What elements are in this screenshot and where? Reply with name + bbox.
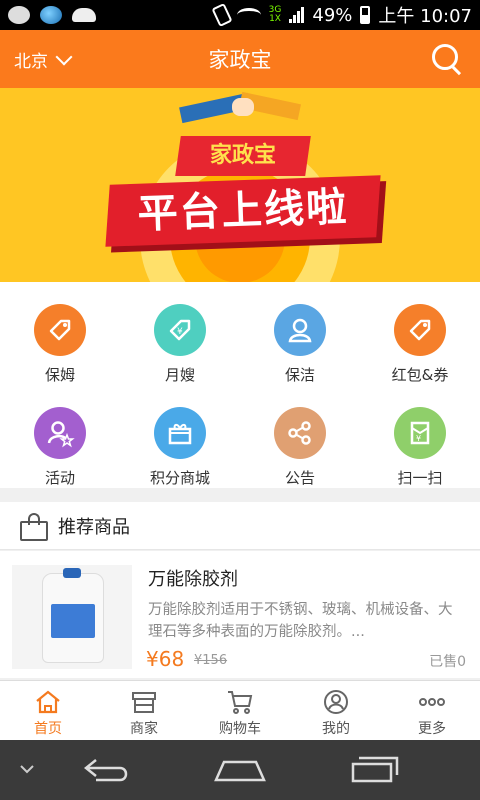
tab-cart[interactable]: 购物车	[192, 681, 288, 740]
category-item-nanny[interactable]: 保姆	[0, 282, 120, 385]
shop-icon	[132, 692, 156, 713]
tab-home[interactable]: 首页	[0, 681, 96, 740]
tab-more[interactable]: 更多	[384, 681, 480, 740]
home-icon	[36, 690, 60, 714]
promo-banner[interactable]: 家政宝 平台上线啦	[0, 88, 480, 282]
tab-label: 首页	[34, 721, 62, 737]
chevron-down-icon	[55, 48, 73, 65]
banner-headline-box: 平台上线啦	[105, 175, 381, 247]
category-label: 扫一扫	[397, 469, 443, 487]
category-item-coupons[interactable]: 红包&券	[360, 282, 480, 385]
tab-label: 商家	[130, 721, 158, 737]
tab-label: 更多	[418, 721, 446, 737]
cart-icon	[228, 691, 253, 714]
page-title: 家政宝	[208, 48, 272, 72]
product-price: ¥68	[146, 647, 185, 671]
city-selector[interactable]: 北京	[14, 47, 73, 72]
tag-icon	[34, 304, 86, 356]
battery-icon	[360, 6, 371, 24]
product-sold-count: 已售0	[429, 654, 466, 670]
signal-icon	[289, 7, 305, 23]
tab-merchants[interactable]: 商家	[96, 681, 192, 740]
category-item-points-mall[interactable]: 积分商城	[120, 385, 240, 488]
recent-apps-button[interactable]	[350, 754, 400, 784]
product-description: 万能除胶剂适用于不锈钢、玻璃、机械设备、大理石等多种表面的万能除胶剂。...	[148, 602, 453, 640]
clock: 上午 10:07	[378, 6, 472, 27]
home-button[interactable]	[214, 756, 266, 784]
svg-text:¥: ¥	[177, 327, 183, 337]
share-icon	[274, 407, 326, 459]
more-icon	[419, 698, 445, 706]
person-star-icon	[34, 407, 86, 459]
handshake-icon	[179, 90, 302, 124]
category-label: 月嫂	[164, 366, 195, 384]
chevron-down-icon[interactable]	[18, 762, 36, 776]
bottom-tab-bar: 首页 商家 购物车 我的 更多	[0, 680, 480, 740]
gift-icon	[154, 407, 206, 459]
product-name: 万能除胶剂	[148, 569, 238, 590]
category-label: 积分商城	[149, 469, 210, 487]
tab-label: 我的	[322, 721, 350, 737]
section-title: 推荐商品	[58, 516, 130, 538]
search-button[interactable]	[430, 42, 464, 76]
android-icon	[72, 8, 96, 22]
category-label: 公告	[284, 469, 315, 487]
globe-icon	[40, 6, 62, 24]
category-label: 红包&券	[391, 366, 449, 384]
cat-face-icon	[8, 6, 30, 24]
search-icon-handle	[451, 66, 462, 76]
recommended-section-header: 推荐商品	[0, 502, 480, 550]
person-icon	[274, 304, 326, 356]
product-image	[12, 565, 132, 669]
category-item-scan[interactable]: ¥ 扫一扫	[360, 385, 480, 488]
banner-ribbon-text: 家政宝	[209, 143, 276, 168]
status-bar: 3G 1X 49% 上午 10:07	[0, 0, 480, 30]
category-item-maternity-nurse[interactable]: ¥ 月嫂	[120, 282, 240, 385]
category-grid: 保姆 ¥ 月嫂 保洁 红包&券 活动 积分商城 公告 ¥ 扫一扫	[0, 282, 480, 488]
wifi-icon	[236, 8, 261, 22]
battery-percent: 49%	[312, 4, 353, 26]
banner-ribbon: 家政宝	[175, 136, 311, 176]
category-item-activities[interactable]: 活动	[0, 385, 120, 488]
banner-headline: 平台上线啦	[136, 184, 350, 238]
tag-icon	[394, 304, 446, 356]
category-item-announcements[interactable]: 公告	[240, 385, 360, 488]
product-old-price: ¥156	[194, 653, 228, 668]
yen-envelope-icon: ¥	[394, 407, 446, 459]
yen-tag-icon: ¥	[154, 304, 206, 356]
category-label: 保洁	[284, 366, 315, 384]
tab-profile[interactable]: 我的	[288, 681, 384, 740]
rotation-icon	[211, 2, 233, 28]
category-label: 保姆	[44, 366, 75, 384]
tab-label: 购物车	[219, 721, 261, 737]
shopping-bag-icon	[20, 511, 48, 541]
category-item-cleaning[interactable]: 保洁	[240, 282, 360, 385]
system-nav-bar	[0, 740, 480, 800]
network-type: 3G 1X	[268, 5, 282, 24]
back-button[interactable]	[82, 756, 132, 784]
product-card[interactable]: 万能除胶剂 万能除胶剂适用于不锈钢、玻璃、机械设备、大理石等多种表面的万能除胶剂…	[0, 551, 480, 678]
user-icon	[324, 690, 348, 714]
app-header: 北京 家政宝	[0, 30, 480, 88]
svg-text:¥: ¥	[416, 434, 421, 443]
category-label: 活动	[44, 469, 75, 487]
city-label: 北京	[14, 52, 48, 72]
